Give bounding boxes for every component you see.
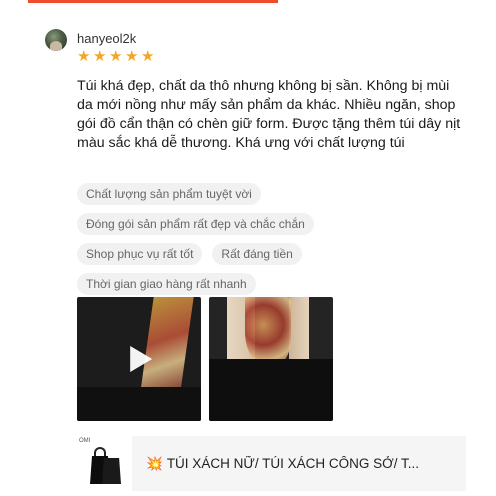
bag-image-detail bbox=[77, 387, 201, 421]
review-photo-thumbnail[interactable] bbox=[209, 297, 333, 421]
thumb-brand-label: OMI bbox=[79, 438, 91, 444]
scarf-image-detail bbox=[245, 297, 291, 367]
review-video-thumbnail[interactable] bbox=[77, 297, 201, 421]
tag-value: Rất đáng tiền bbox=[212, 243, 302, 265]
tag-packaging: Đóng gói sản phẩm rất đẹp và chắc chắn bbox=[77, 213, 314, 235]
tag-delivery: Thời gian giao hàng rất nhanh bbox=[77, 273, 256, 295]
product-thumbnail[interactable]: OMI bbox=[77, 436, 132, 491]
tag-quality: Chất lượng sản phẩm tuyệt vời bbox=[77, 183, 261, 205]
review-tags: Chất lượng sản phẩm tuyệt vời Đóng gói s… bbox=[77, 183, 477, 303]
explosion-icon: 💥 bbox=[146, 455, 163, 471]
product-name-text: TÚI XÁCH NỮ/ TÚI XÁCH CÔNG SỞ/ T... bbox=[166, 455, 419, 471]
rating-stars: ★ ★ ★ ★ ★ bbox=[77, 48, 155, 65]
avatar[interactable] bbox=[45, 29, 67, 51]
product-name[interactable]: 💥 TÚI XÁCH NỮ/ TÚI XÁCH CÔNG SỞ/ T... bbox=[146, 456, 419, 472]
top-accent-bar bbox=[28, 0, 278, 3]
review-text: Túi khá đẹp, chất da thô nhưng không bị … bbox=[77, 78, 461, 151]
star-icon: ★ bbox=[77, 48, 91, 65]
reviewer-username[interactable]: hanyeol2k bbox=[77, 31, 136, 46]
star-icon: ★ bbox=[109, 48, 123, 65]
star-icon: ★ bbox=[125, 48, 139, 65]
product-card[interactable]: OMI 💥 TÚI XÁCH NỮ/ TÚI XÁCH CÔNG SỞ/ T... bbox=[77, 436, 466, 491]
play-icon[interactable] bbox=[130, 346, 153, 372]
bag-image-detail bbox=[209, 359, 333, 421]
bag-shape bbox=[102, 458, 121, 484]
tag-service: Shop phục vụ rất tốt bbox=[77, 243, 203, 265]
star-icon: ★ bbox=[93, 48, 107, 65]
star-icon: ★ bbox=[141, 48, 155, 65]
